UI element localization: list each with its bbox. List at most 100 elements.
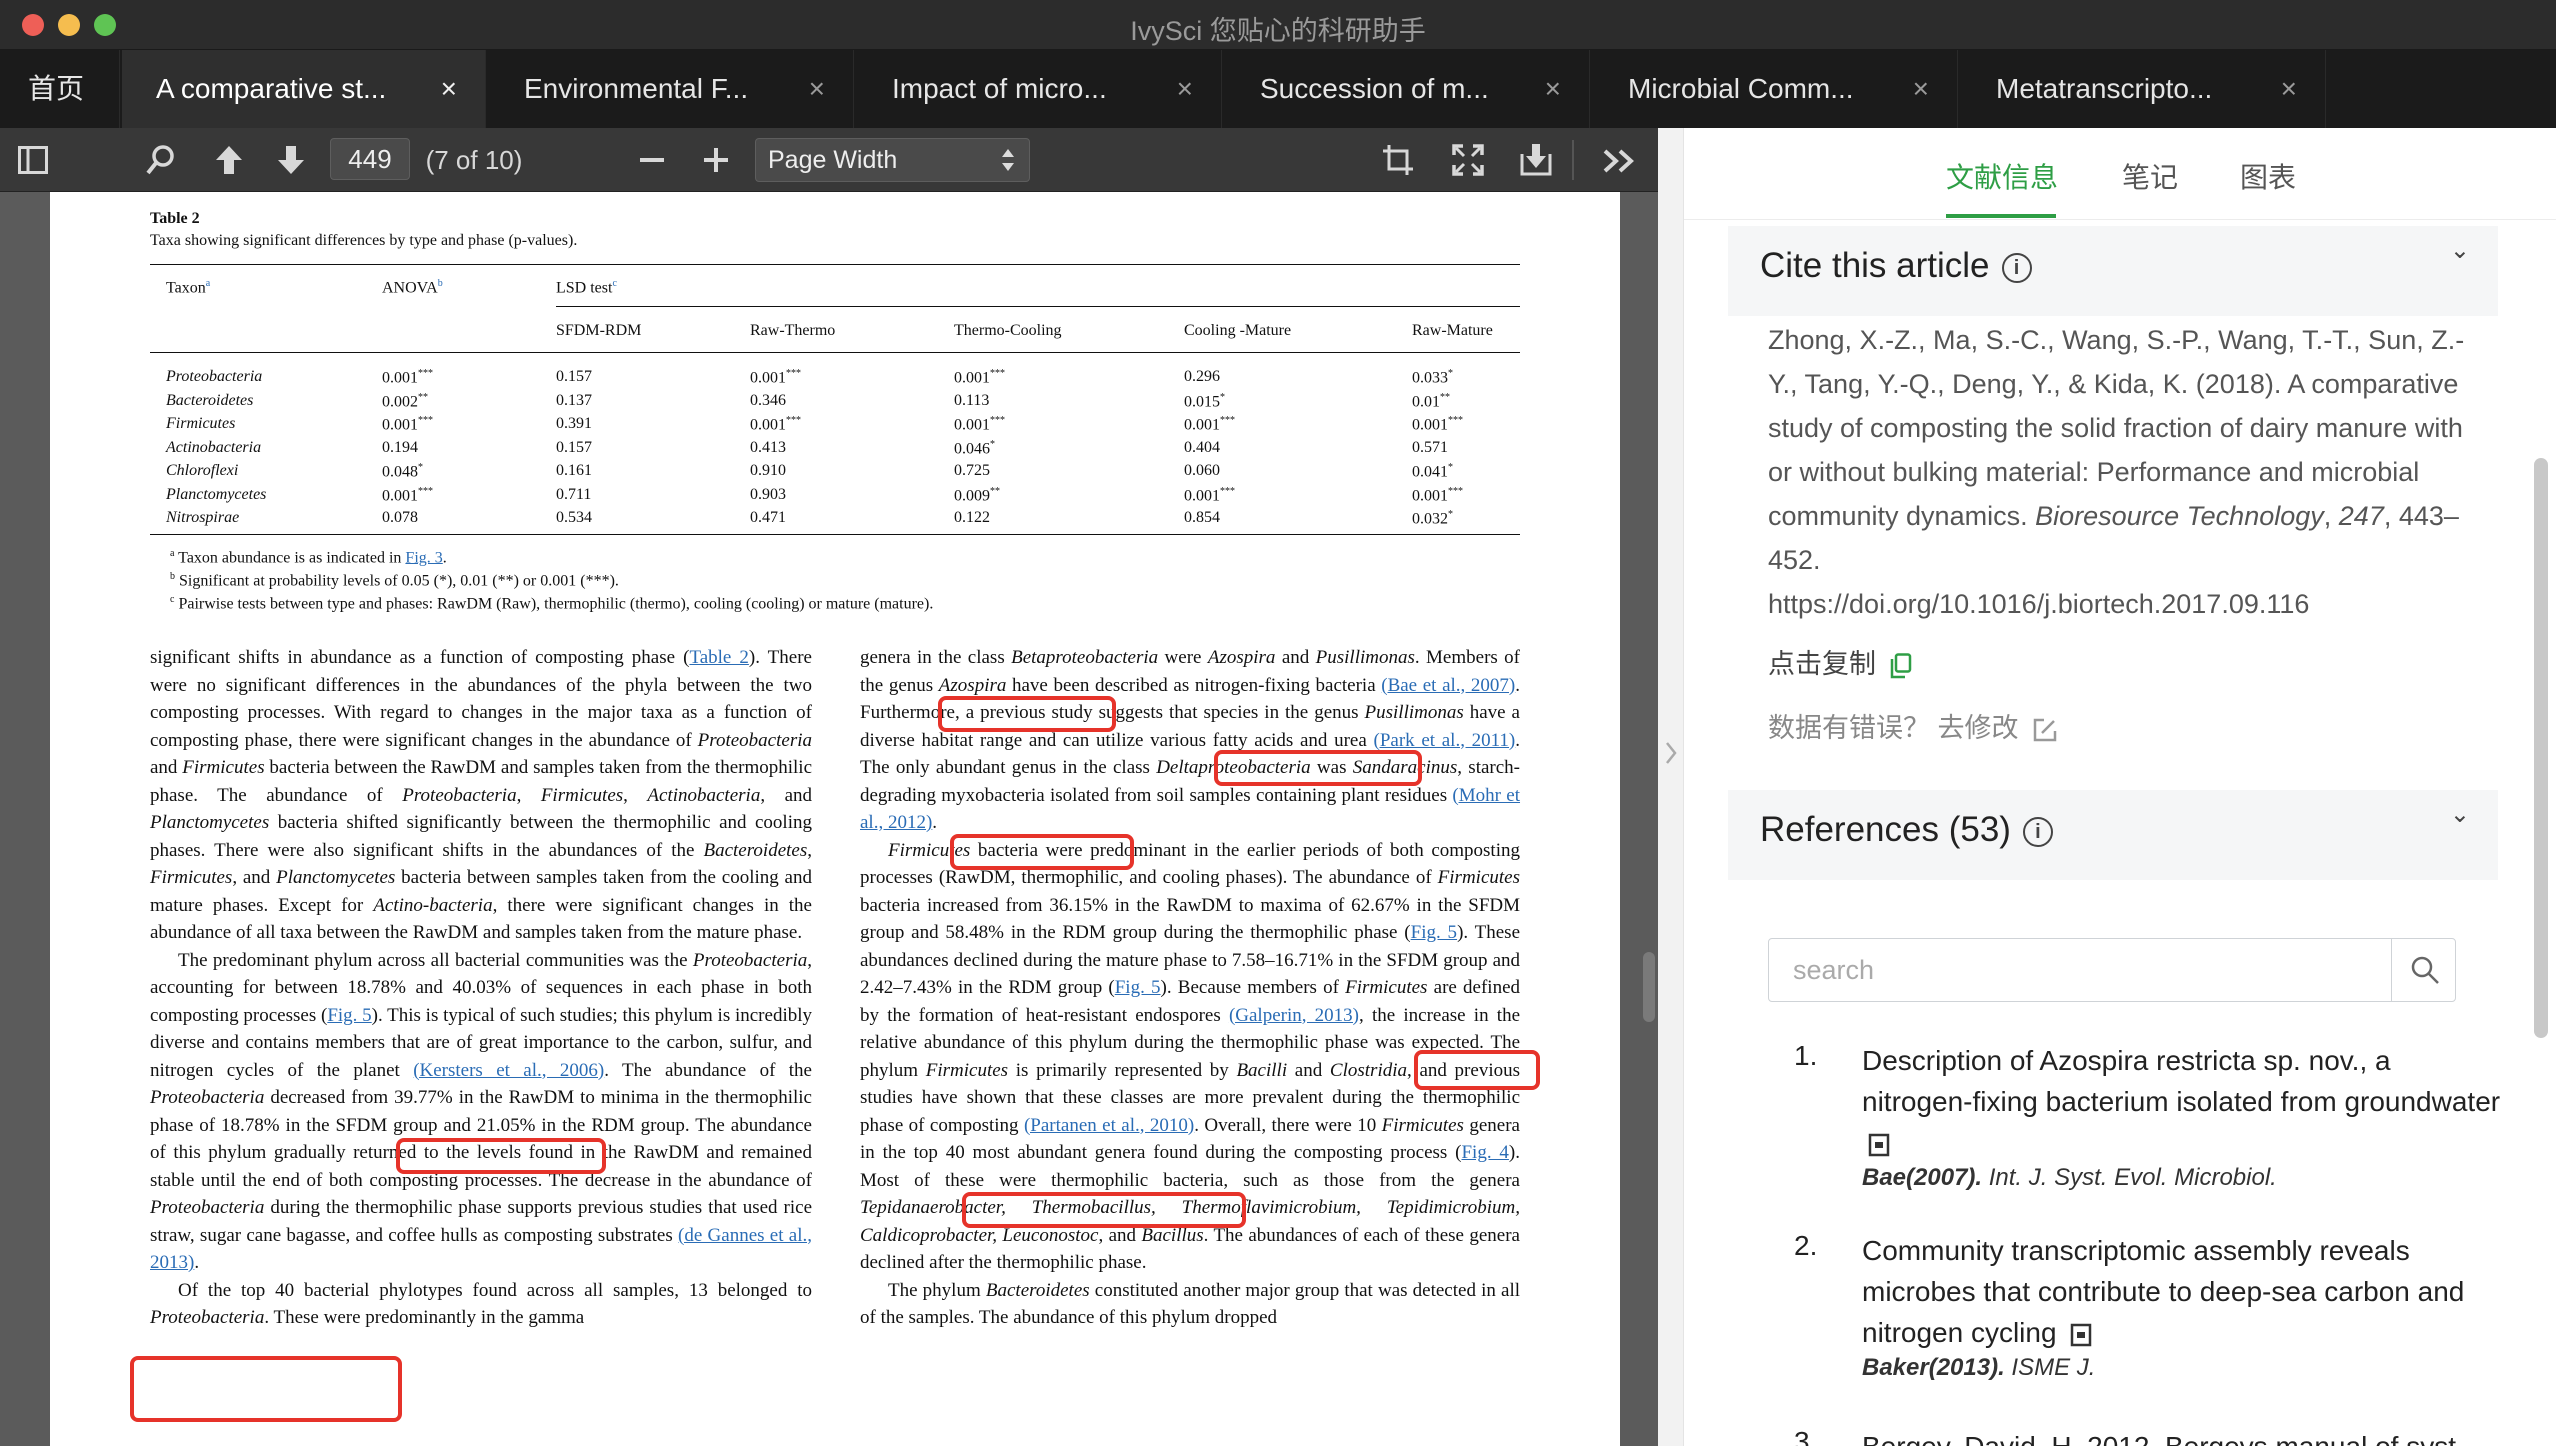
significance-mark: ** (1440, 391, 1450, 403)
cite-section-header[interactable]: Cite this article i ⌄ (1728, 226, 2498, 316)
viewer-scrollbar[interactable] (1643, 952, 1655, 1022)
figure-link[interactable]: Fig. 3 (405, 549, 442, 566)
citation-link[interactable]: (Park et al., 2011) (1374, 730, 1516, 751)
tab-document-5[interactable]: Microbial Comm... × (1592, 50, 1958, 128)
reference-item[interactable]: 3. Bergey, David, H. 2012. Bergeys manua… (1794, 1426, 2494, 1446)
close-tab-icon[interactable]: × (1545, 50, 1561, 128)
page-number-input[interactable]: 449 (330, 138, 410, 180)
table-subheader: Raw-Mature (1412, 322, 1493, 339)
tab-document-4[interactable]: Succession of m... × (1224, 50, 1590, 128)
cell-text: 0.001 (382, 369, 418, 387)
reference-author: Bae(2007). (1862, 1164, 1983, 1191)
table-cell-value: 0.001*** (954, 368, 1005, 387)
significance-mark: * (418, 462, 423, 473)
zoom-select[interactable]: Page Width (755, 138, 1030, 182)
tab-document-3[interactable]: Impact of micro... × (856, 50, 1222, 128)
cell-text: 0.471 (750, 509, 786, 526)
citation-highlight (1214, 750, 1422, 786)
next-page-icon[interactable] (276, 144, 306, 176)
info-icon[interactable]: i (2001, 252, 2032, 283)
body-text: . The abundance of the (604, 1059, 812, 1081)
footnote-text: Significant at probability levels of 0.0… (179, 572, 619, 590)
report-error-link[interactable]: 数据有错误？ 去修改 (1768, 706, 2058, 745)
reference-title: Bergey, David, H. 2012. Bergeys manual o… (1862, 1426, 2494, 1446)
table-cell-value: 0.001*** (1184, 486, 1235, 505)
info-icon[interactable]: i (2022, 816, 2053, 847)
section-title-text: Cite this article (1760, 246, 1990, 285)
download-icon[interactable] (1520, 142, 1552, 176)
table-cell-taxon: Chloroflexi (166, 462, 238, 480)
citation-link[interactable]: Table 2 (689, 647, 748, 668)
sidebar-scrollbar[interactable] (2534, 458, 2548, 1038)
citation-link[interactable]: Fig. 5 (1411, 922, 1457, 943)
table-header-lsd: LSD testc (556, 278, 617, 297)
tab-document-6[interactable]: Metatranscripto... × (1960, 50, 2326, 128)
tab-figures[interactable]: 图表 (2240, 156, 2296, 196)
pdf-page: Table 2 Taxa showing significant differe… (50, 192, 1620, 1446)
significance-mark: *** (1448, 415, 1463, 426)
cell-text: 0.001 (750, 369, 786, 387)
cell-text: 0.001 (954, 369, 990, 387)
search-icon[interactable] (146, 144, 176, 176)
tab-document-1[interactable]: A comparative st... × (122, 50, 486, 128)
tab-document-2[interactable]: Environmental F... × (488, 50, 854, 128)
reference-search-button[interactable] (2391, 939, 2455, 1001)
tab-home[interactable]: 首页 (0, 50, 120, 128)
table-cell-value: 0.903 (750, 486, 786, 504)
pdf-viewer[interactable]: Table 2 Taxa showing significant differe… (0, 192, 1658, 1446)
tab-label: Microbial Comm... (1628, 73, 1854, 104)
chevron-down-icon[interactable]: ⌄ (2450, 236, 2470, 265)
cell-text: 0.001 (954, 416, 990, 434)
sidebar-toggle-icon[interactable] (18, 146, 48, 174)
reference-item[interactable]: 1. Description of Azospira restricta sp.… (1794, 1040, 2500, 1200)
more-tools-icon[interactable] (1602, 148, 1636, 174)
footnote-mark: c (170, 594, 175, 605)
zoom-out-icon[interactable] (640, 158, 664, 164)
citation-link[interactable]: Fig. 4 (1461, 1142, 1508, 1163)
reference-item[interactable]: 2. Community transcriptomic assembly rev… (1794, 1230, 2494, 1390)
citation-highlight (396, 1138, 606, 1174)
tab-literature-info[interactable]: 文献信息 (1946, 156, 2058, 196)
significance-mark: *** (1220, 415, 1235, 426)
citation-highlight (938, 696, 1116, 732)
cell-text: 0.711 (556, 485, 592, 503)
close-tab-icon[interactable]: × (1913, 50, 1929, 128)
close-tab-icon[interactable]: × (2281, 50, 2297, 128)
citation-link[interactable]: (Kersters et al., 2006) (413, 1060, 604, 1081)
footnote-mark: b (437, 278, 443, 289)
tab-notes[interactable]: 笔记 (2122, 156, 2178, 196)
citation-link[interactable]: (Partanen et al., 2010) (1024, 1115, 1194, 1136)
citation-link[interactable]: (Galperin, 2013) (1229, 1005, 1359, 1026)
fullscreen-icon[interactable] (1452, 144, 1484, 176)
significance-mark: ** (418, 391, 428, 403)
previous-page-icon[interactable] (214, 144, 244, 176)
close-tab-icon[interactable]: × (1177, 50, 1193, 128)
references-section-header[interactable]: References (53) i ⌄ (1728, 790, 2498, 880)
reference-search-input[interactable] (1769, 939, 2389, 1001)
copy-citation-button[interactable]: 点击复制 (1768, 642, 1912, 681)
reference-title-text: Description of Azospira restricta sp. no… (1862, 1045, 2501, 1117)
table-cell-taxon: Firmicutes (166, 415, 235, 433)
collapse-panel-icon[interactable] (1664, 740, 1678, 766)
chevron-down-icon[interactable]: ⌄ (2450, 800, 2470, 829)
document-icon[interactable] (2070, 1323, 2092, 1347)
close-tab-icon[interactable]: × (441, 50, 457, 128)
citation-link[interactable]: Fig. 5 (327, 1005, 371, 1026)
zoom-in-icon[interactable] (704, 148, 728, 172)
close-tab-icon[interactable]: × (809, 50, 825, 128)
citation-link[interactable]: Fig. 5 (1115, 977, 1161, 998)
taxon-name: Planctomycetes (276, 867, 396, 888)
table-cell-value: 0.854 (1184, 509, 1220, 527)
taxon-name: Firmicutes (1345, 977, 1428, 998)
significance-mark: ** (990, 485, 1000, 497)
significance-mark: *** (1220, 485, 1235, 497)
cell-text: 0.296 (1184, 368, 1220, 385)
reference-search (1768, 938, 2456, 1002)
body-text: were (1158, 647, 1208, 668)
document-icon[interactable] (1868, 1133, 1890, 1157)
panel-divider[interactable] (1658, 128, 1684, 1446)
left-text-column: significant shifts in abundance as a fun… (150, 644, 812, 1332)
doi-link[interactable]: https://doi.org/10.1016/j.biortech.2017.… (1768, 589, 2309, 619)
crop-icon[interactable] (1382, 144, 1414, 176)
citation-link[interactable]: (Bae et al., 2007) (1381, 675, 1515, 696)
